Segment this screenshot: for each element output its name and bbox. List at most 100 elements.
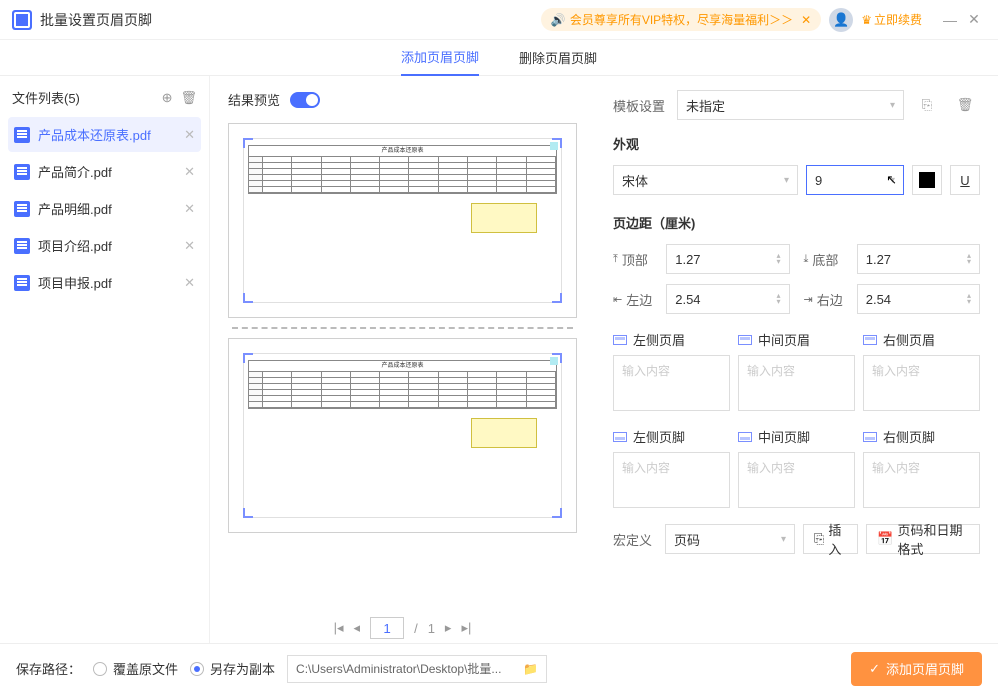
doc-title: 产品成本还原表	[249, 361, 556, 372]
minimize-button[interactable]: —	[938, 12, 962, 28]
chevron-down-icon: ▾	[781, 534, 786, 545]
vip-close-icon[interactable]: ✕	[801, 13, 811, 27]
top-value: 1.27	[675, 252, 700, 267]
bottom-margin-input[interactable]: 1.27▴▾	[857, 244, 980, 274]
template-value: 未指定	[686, 96, 725, 115]
page-input[interactable]	[370, 617, 404, 639]
file-item[interactable]: 项目申报.pdf ✕	[8, 265, 201, 300]
sidebar: 文件列表(5) ⊕ 🗑 产品成本还原表.pdf ✕ 产品简介.pdf ✕ 产品明…	[0, 76, 210, 643]
preview-panel: 结果预览 产品成本还原表	[210, 76, 595, 643]
file-item[interactable]: 项目介绍.pdf ✕	[8, 228, 201, 263]
insert-label: 插入	[828, 520, 847, 558]
macro-select[interactable]: 页码 ▾	[665, 524, 795, 554]
file-icon	[14, 238, 30, 254]
chevron-down-icon: ▾	[784, 175, 789, 186]
check-icon: ✓	[869, 661, 880, 677]
saveas-radio[interactable]: 另存为副本	[190, 659, 275, 678]
apply-label: 添加页眉页脚	[886, 659, 964, 678]
footer-right-input[interactable]: 输入内容	[863, 452, 980, 508]
header-right-label: 右侧页眉	[863, 330, 980, 349]
file-remove-icon[interactable]: ✕	[184, 238, 195, 254]
app-icon	[12, 10, 32, 30]
insert-macro-button[interactable]: ⎘插入	[803, 524, 858, 554]
macro-value: 页码	[674, 530, 700, 549]
header-left-label: 左侧页眉	[613, 330, 730, 349]
template-select[interactable]: 未指定 ▾	[677, 90, 904, 120]
footer-center-input[interactable]: 输入内容	[738, 452, 855, 508]
vip-text: 会员尊享所有VIP特权，尽享海量福利＞＞	[570, 11, 793, 28]
spin-down-icon[interactable]: ▾	[967, 299, 971, 305]
file-remove-icon[interactable]: ✕	[184, 164, 195, 180]
tab-add[interactable]: 添加页眉页脚	[401, 39, 479, 76]
font-select[interactable]: 宋体▾	[613, 165, 798, 195]
underline-button[interactable]: U	[950, 165, 980, 195]
add-file-icon[interactable]: ⊕	[162, 90, 173, 106]
document-table: 产品成本还原表	[248, 145, 557, 194]
saveas-label: 另存为副本	[210, 659, 275, 678]
template-label: 模板设置	[613, 96, 669, 115]
file-item[interactable]: 产品明细.pdf ✕	[8, 191, 201, 226]
right-label: ⇥右边	[804, 290, 843, 309]
save-template-icon[interactable]: ⎘	[912, 90, 942, 120]
spin-down-icon[interactable]: ▾	[776, 299, 780, 305]
first-page-icon[interactable]: |◂	[334, 620, 344, 636]
path-value: C:\Users\Administrator\Desktop\批量...	[296, 660, 517, 677]
footer-center-label: 中间页脚	[738, 427, 855, 446]
document-table: 产品成本还原表	[248, 360, 557, 409]
spin-down-icon[interactable]: ▾	[967, 259, 971, 265]
left-label: ⇤左边	[613, 290, 652, 309]
renew-label: 立即续费	[874, 11, 922, 28]
close-button[interactable]: ✕	[962, 11, 986, 28]
window-title: 批量设置页眉页脚	[40, 10, 152, 30]
trash-icon[interactable]: 🗑	[180, 90, 197, 106]
tab-remove[interactable]: 删除页眉页脚	[519, 40, 597, 75]
file-list-label: 文件列表(5)	[12, 88, 80, 107]
last-page-icon[interactable]: ▸|	[461, 620, 471, 636]
footer-icon	[613, 432, 627, 442]
vip-banner[interactable]: 🔊 会员尊享所有VIP特权，尽享海量福利＞＞ ✕	[541, 8, 821, 31]
right-margin-input[interactable]: 2.54▴▾	[857, 284, 980, 314]
chevron-down-icon: ▾	[890, 100, 895, 111]
size-select[interactable]: 9▾↖	[806, 165, 904, 195]
top-label: ⤒顶部	[613, 250, 652, 269]
color-button[interactable]	[912, 165, 942, 195]
margins-label: 页边距（厘米)	[613, 213, 980, 232]
folder-icon[interactable]: 📁	[523, 662, 538, 676]
header-icon	[738, 335, 752, 345]
header-center-input[interactable]: 输入内容	[738, 355, 855, 411]
renew-link[interactable]: ♛立即续费	[861, 11, 922, 28]
footer-right-label: 右侧页脚	[863, 427, 980, 446]
next-page-icon[interactable]: ▸	[445, 620, 452, 636]
overwrite-radio[interactable]: 覆盖原文件	[93, 659, 178, 678]
color-swatch	[919, 172, 935, 188]
right-margin-icon: ⇥	[804, 293, 813, 306]
file-remove-icon[interactable]: ✕	[184, 275, 195, 291]
file-name: 产品简介.pdf	[38, 162, 184, 181]
page-total: 1	[428, 621, 435, 636]
tabs: 添加页眉页脚 删除页眉页脚	[0, 40, 998, 76]
settings-panel: 模板设置 未指定 ▾ ⎘ 🗑 外观 宋体▾ 9▾↖ U 页边距（厘米) ⤒顶部 1…	[595, 76, 998, 643]
avatar[interactable]: 👤	[829, 8, 853, 32]
delete-template-icon[interactable]: 🗑	[950, 90, 980, 120]
file-remove-icon[interactable]: ✕	[184, 201, 195, 217]
file-item[interactable]: 产品成本还原表.pdf ✕	[8, 117, 201, 152]
preview-page: 产品成本还原表	[228, 123, 577, 318]
left-margin-input[interactable]: 2.54▴▾	[666, 284, 789, 314]
preview-head: 结果预览	[228, 90, 577, 109]
appearance-label: 外观	[613, 134, 980, 153]
format-button[interactable]: 📅页码和日期格式	[866, 524, 980, 554]
file-remove-icon[interactable]: ✕	[184, 127, 195, 143]
speaker-icon: 🔊	[551, 13, 566, 27]
spin-down-icon[interactable]: ▾	[776, 259, 780, 265]
header-left-input[interactable]: 输入内容	[613, 355, 730, 411]
vip-badge-icon: ♛	[861, 13, 872, 27]
doc-title: 产品成本还原表	[249, 146, 556, 157]
prev-page-icon[interactable]: ◂	[354, 620, 361, 636]
top-margin-input[interactable]: 1.27▴▾	[666, 244, 789, 274]
path-input[interactable]: C:\Users\Administrator\Desktop\批量... 📁	[287, 655, 547, 683]
apply-button[interactable]: ✓ 添加页眉页脚	[851, 652, 982, 686]
header-right-input[interactable]: 输入内容	[863, 355, 980, 411]
preview-toggle[interactable]	[290, 92, 320, 108]
footer-left-input[interactable]: 输入内容	[613, 452, 730, 508]
file-item[interactable]: 产品简介.pdf ✕	[8, 154, 201, 189]
